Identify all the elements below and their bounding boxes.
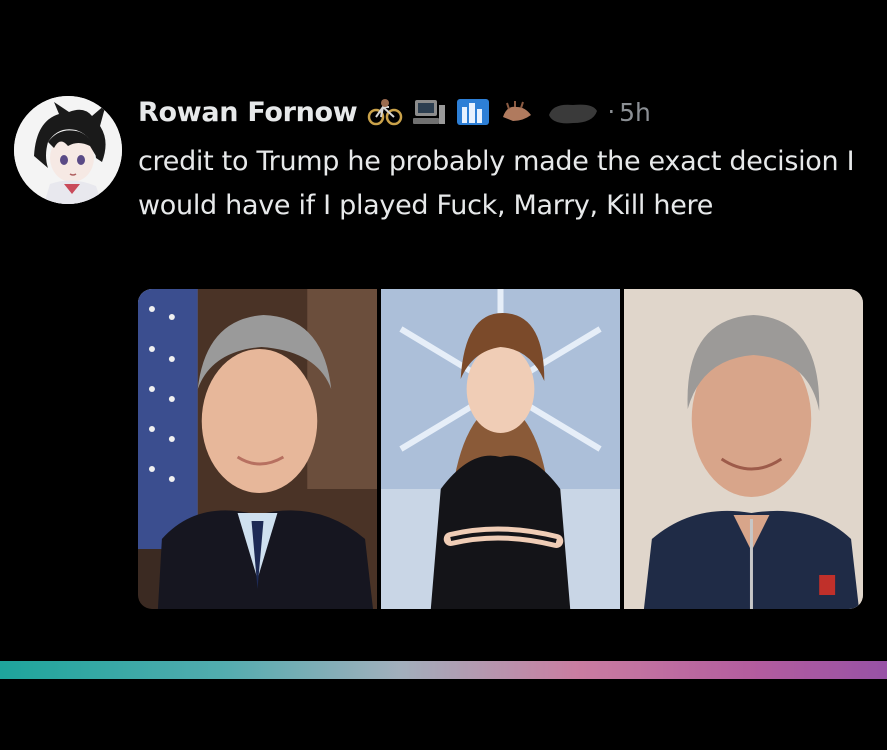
author-name[interactable]: Rowan Fornow: [138, 97, 358, 128]
redacted-emoji-icon: [549, 104, 598, 124]
avatar-anime-character-icon: [14, 96, 122, 204]
media-photo-left[interactable]: [138, 289, 377, 609]
portrait-man-smiling-photo-icon: [624, 289, 863, 609]
media-photo-middle[interactable]: [381, 289, 620, 609]
bicycle-emoji-icon: [368, 99, 403, 126]
computer-emoji-icon: [413, 100, 446, 124]
city-emoji-icon: [457, 99, 490, 125]
post-text: credit to Trump he probably made the exa…: [138, 146, 855, 221]
social-post: Rowan Fornow · 5h credit to Trump he pro…: [0, 0, 887, 750]
portrait-man-suit-photo-icon: [138, 289, 377, 609]
portrait-woman-black-outfit-photo-icon: [381, 289, 620, 609]
post-header: Rowan Fornow · 5h: [138, 92, 651, 132]
media-photo-right[interactable]: [624, 289, 863, 609]
post-timestamp[interactable]: 5h: [619, 98, 651, 127]
hand-emoji-icon: [503, 101, 532, 121]
avatar[interactable]: [14, 96, 122, 204]
gradient-divider: [0, 661, 887, 679]
media-grid[interactable]: [138, 289, 863, 609]
header-separator: ·: [607, 98, 616, 126]
header-emojis: [367, 97, 599, 127]
